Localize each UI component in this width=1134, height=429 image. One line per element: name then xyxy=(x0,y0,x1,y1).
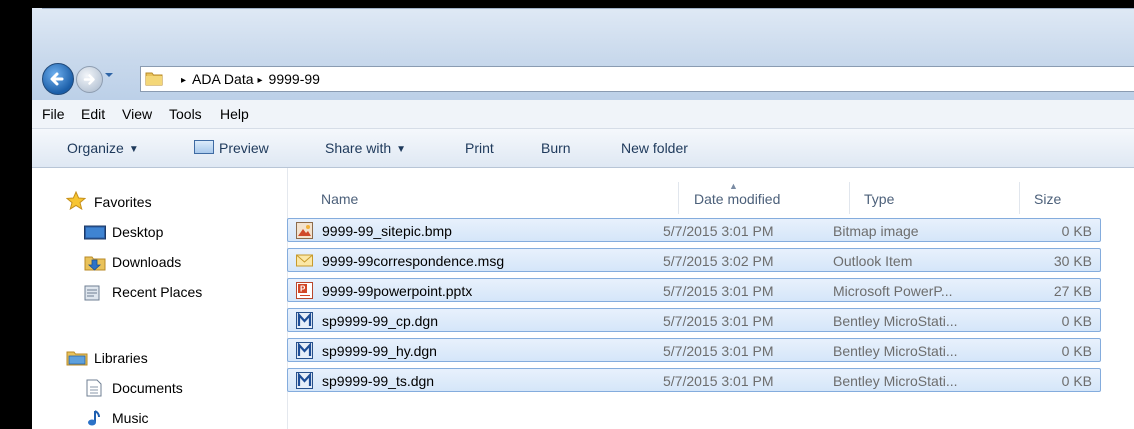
explorer-window: ▸ ADA Data ▸ 9999-99 File Edit View Tools H… xyxy=(32,8,1134,429)
breadcrumb-9999-99[interactable]: 9999-99 xyxy=(269,71,320,87)
breadcrumb: ▸ ADA Data ▸ 9999-99 xyxy=(177,71,320,87)
file-size: 0 KB xyxy=(1061,313,1092,329)
column-separator[interactable] xyxy=(678,182,679,214)
downloads-icon xyxy=(84,256,106,271)
file-type: Bentley MicroStati... xyxy=(833,373,958,389)
file-type: Bentley MicroStati... xyxy=(833,313,958,329)
column-separator[interactable] xyxy=(849,182,850,214)
menu-view[interactable]: View xyxy=(122,106,152,122)
folder-icon xyxy=(145,72,163,86)
recent-pages-button[interactable] xyxy=(104,70,114,83)
libraries-icon xyxy=(66,351,88,366)
file-name: sp9999-99_ts.dgn xyxy=(322,373,435,389)
file-size: 27 KB xyxy=(1053,283,1092,299)
menu-edit[interactable]: Edit xyxy=(81,106,105,122)
column-separator[interactable] xyxy=(1019,182,1020,214)
file-size: 30 KB xyxy=(1053,253,1092,269)
file-type: Bitmap image xyxy=(833,223,919,239)
chevron-down-icon xyxy=(105,73,113,77)
preview-pane-icon xyxy=(194,140,214,154)
title-bar[interactable] xyxy=(32,8,1134,58)
menu-file[interactable]: File xyxy=(42,106,65,122)
new-folder-button[interactable]: New folder xyxy=(621,140,688,156)
file-size: 0 KB xyxy=(1061,373,1092,389)
print-button[interactable]: Print xyxy=(465,140,494,156)
column-size[interactable]: Size xyxy=(1034,191,1061,207)
breadcrumb-ada-data[interactable]: ADA Data xyxy=(192,71,253,87)
column-name[interactable]: Name xyxy=(321,191,358,207)
forward-button[interactable] xyxy=(76,66,103,93)
sort-ascending-icon: ▲ xyxy=(729,181,738,191)
file-name: sp9999-99_cp.dgn xyxy=(322,313,438,329)
title-bar-edge xyxy=(42,8,1134,9)
share-with-button[interactable]: Share with ▼ xyxy=(325,140,406,156)
file-name: sp9999-99_hy.dgn xyxy=(322,343,437,359)
breadcrumb-separator[interactable]: ▸ xyxy=(181,75,186,86)
microstation-file-icon xyxy=(296,342,313,359)
nav-documents[interactable]: Documents xyxy=(112,380,183,396)
file-date-modified: 5/7/2015 3:01 PM xyxy=(663,313,774,329)
file-type: Bentley MicroStati... xyxy=(833,343,958,359)
microstation-file-icon xyxy=(296,312,313,329)
menu-bar: File Edit View Tools Help xyxy=(32,100,1134,129)
file-name: 9999-99_sitepic.bmp xyxy=(322,223,452,239)
recent-places-icon xyxy=(84,285,100,301)
preview-label: Preview xyxy=(219,140,269,156)
chevron-down-icon: ▼ xyxy=(396,144,407,155)
file-date-modified: 5/7/2015 3:01 PM xyxy=(663,283,774,299)
command-bar: Organize ▼ Preview Share with ▼ Print Burn… xyxy=(32,129,1134,168)
file-date-modified: 5/7/2015 3:02 PM xyxy=(663,253,774,269)
file-row[interactable]: sp9999-99_ts.dgn 5/7/2015 3:01 PM Bentle… xyxy=(287,368,1101,392)
nav-recent-places[interactable]: Recent Places xyxy=(112,284,202,300)
file-size: 0 KB xyxy=(1061,223,1092,239)
nav-music[interactable]: Music xyxy=(112,410,149,426)
file-date-modified: 5/7/2015 3:01 PM xyxy=(663,223,774,239)
star-icon xyxy=(66,191,86,210)
address-bar[interactable]: ▸ ADA Data ▸ 9999-99 xyxy=(140,66,1134,92)
share-with-label: Share with xyxy=(325,140,392,156)
file-row[interactable]: 9999-99_sitepic.bmp 5/7/2015 3:01 PM Bit… xyxy=(287,218,1101,242)
file-type: Outlook Item xyxy=(833,253,913,269)
desktop-icon xyxy=(84,225,106,240)
file-date-modified: 5/7/2015 3:01 PM xyxy=(663,373,774,389)
microstation-file-icon xyxy=(296,372,313,389)
menu-help[interactable]: Help xyxy=(220,106,249,122)
file-row[interactable]: P 9999-99powerpoint.pptx 5/7/2015 3:01 P… xyxy=(287,278,1101,302)
svg-text:P: P xyxy=(300,285,306,294)
organize-button[interactable]: Organize ▼ xyxy=(67,140,139,156)
music-icon xyxy=(88,410,100,426)
file-row[interactable]: sp9999-99_cp.dgn 5/7/2015 3:01 PM Bentle… xyxy=(287,308,1101,332)
column-header: Name ▲ Date modified Type Size xyxy=(288,168,1134,214)
nav-libraries[interactable]: Libraries xyxy=(94,350,148,366)
nav-downloads[interactable]: Downloads xyxy=(112,254,181,270)
arrow-right-icon xyxy=(83,74,95,85)
address-row: ▸ ADA Data ▸ 9999-99 xyxy=(32,58,1134,100)
back-button[interactable] xyxy=(42,63,74,95)
bitmap-file-icon xyxy=(296,222,313,239)
preview-button[interactable]: Preview xyxy=(194,140,269,156)
file-name: 9999-99powerpoint.pptx xyxy=(322,283,473,299)
file-row[interactable]: 9999-99correspondence.msg 5/7/2015 3:02 … xyxy=(287,248,1101,272)
outlook-message-icon xyxy=(296,254,313,267)
file-date-modified: 5/7/2015 3:01 PM xyxy=(663,343,774,359)
chevron-down-icon: ▼ xyxy=(128,144,139,155)
file-size: 0 KB xyxy=(1061,343,1092,359)
column-date-modified[interactable]: Date modified xyxy=(694,191,780,207)
breadcrumb-separator[interactable]: ▸ xyxy=(258,75,263,86)
column-type[interactable]: Type xyxy=(864,191,894,207)
organize-label: Organize xyxy=(67,140,124,156)
powerpoint-file-icon: P xyxy=(296,282,313,299)
menu-tools[interactable]: Tools xyxy=(169,106,202,122)
document-icon xyxy=(86,379,102,397)
nav-favorites[interactable]: Favorites xyxy=(94,194,152,210)
arrow-left-icon xyxy=(50,72,64,86)
file-type: Microsoft PowerP... xyxy=(833,283,953,299)
nav-desktop[interactable]: Desktop xyxy=(112,224,163,240)
navigation-pane: Favorites Desktop Downloads Recent Place… xyxy=(32,168,287,429)
burn-button[interactable]: Burn xyxy=(541,140,571,156)
file-row[interactable]: sp9999-99_hy.dgn 5/7/2015 3:01 PM Bentle… xyxy=(287,338,1101,362)
file-name: 9999-99correspondence.msg xyxy=(322,253,505,269)
